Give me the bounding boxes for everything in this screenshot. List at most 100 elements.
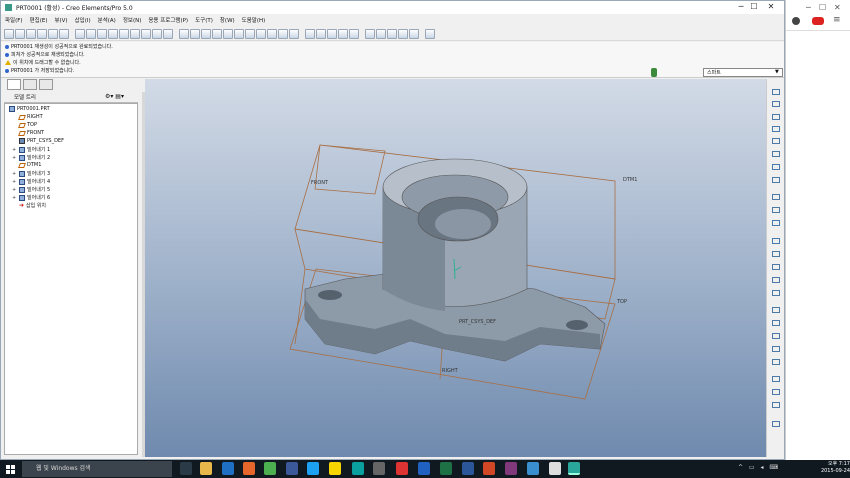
twitter-icon[interactable] xyxy=(307,462,319,475)
chevron-down-icon[interactable]: ▼ xyxy=(775,69,779,75)
facebook-icon[interactable] xyxy=(286,462,298,475)
edit-icon[interactable] xyxy=(770,400,780,409)
annotation-display-icon[interactable] xyxy=(409,28,419,39)
tree-item[interactable]: FRONT xyxy=(18,130,44,136)
revolve-icon[interactable] xyxy=(770,249,780,258)
bg-close-icon[interactable]: ✕ xyxy=(834,3,841,12)
reorient-icon[interactable] xyxy=(256,28,266,39)
email-link-icon[interactable] xyxy=(59,28,69,39)
tree-item[interactable]: + 밀어내기 2 xyxy=(12,154,50,161)
menu-applications[interactable]: 응용 프로그램(P) xyxy=(148,16,188,24)
select-box-icon[interactable] xyxy=(163,28,173,39)
tree-item[interactable]: PRT_CSYS_DEF xyxy=(19,138,64,144)
expand-icon[interactable]: + xyxy=(12,155,17,161)
open-icon[interactable] xyxy=(15,28,25,39)
mirror-icon[interactable] xyxy=(770,205,780,214)
paste-special-icon[interactable] xyxy=(130,28,140,39)
zoom-out-icon[interactable] xyxy=(234,28,244,39)
menu-edit[interactable]: 편집(E) xyxy=(30,16,48,24)
regenerate-icon[interactable] xyxy=(141,28,151,39)
paste-icon[interactable] xyxy=(119,28,129,39)
tab-favorites[interactable] xyxy=(39,79,53,90)
refit-icon[interactable] xyxy=(245,28,255,39)
menu-file[interactable]: 파일(F) xyxy=(5,16,23,24)
expand-icon[interactable]: + xyxy=(12,171,17,177)
sketch-icon[interactable] xyxy=(770,87,780,96)
find-icon[interactable] xyxy=(152,28,162,39)
onenote-icon[interactable] xyxy=(505,462,517,475)
expand-icon[interactable]: + xyxy=(12,179,17,185)
datum-planes-icon[interactable] xyxy=(365,28,375,39)
pattern-icon[interactable] xyxy=(770,387,780,396)
tree-item[interactable]: + 밀어내기 5 xyxy=(12,186,50,193)
save-icon[interactable] xyxy=(26,28,36,39)
redo-icon[interactable] xyxy=(86,28,96,39)
wireframe-icon[interactable] xyxy=(305,28,315,39)
task-view-icon[interactable] xyxy=(180,462,192,475)
menu-info[interactable]: 정보(N) xyxy=(123,16,142,24)
zoom-in-icon[interactable] xyxy=(223,28,233,39)
csys-icon[interactable] xyxy=(770,149,780,158)
menu-analysis[interactable]: 분석(A) xyxy=(98,16,116,24)
tree-item[interactable]: TOP xyxy=(18,122,37,128)
firefox-icon[interactable] xyxy=(243,462,255,475)
word-icon[interactable] xyxy=(462,462,474,475)
no-hidden-icon[interactable] xyxy=(327,28,337,39)
file-explorer-icon[interactable] xyxy=(200,462,212,475)
powerpoint-icon[interactable] xyxy=(483,462,495,475)
email-icon[interactable] xyxy=(48,28,58,39)
outlook-icon[interactable] xyxy=(418,462,430,475)
sweep-icon[interactable] xyxy=(770,262,780,271)
plane-icon[interactable] xyxy=(770,99,780,108)
tab-model-tree[interactable] xyxy=(7,79,21,90)
copy-icon[interactable] xyxy=(108,28,118,39)
datum-points-icon[interactable] xyxy=(387,28,397,39)
menu-help[interactable]: 도움말(H) xyxy=(242,16,266,24)
bg-menu-icon[interactable]: ≡ xyxy=(833,15,841,25)
tree-item[interactable]: ➔ 삽입 위치 xyxy=(19,202,46,209)
menu-tools[interactable]: 도구(T) xyxy=(195,16,213,24)
tree-item[interactable]: RIGHT xyxy=(18,114,43,120)
saved-views-icon[interactable] xyxy=(267,28,277,39)
graphics-viewport[interactable]: FRONT DTM1 TOP RIGHT PRT_CSYS_DEF xyxy=(145,79,766,457)
context-help-icon[interactable] xyxy=(425,28,435,39)
chamfer-icon[interactable] xyxy=(770,374,780,383)
new-icon[interactable] xyxy=(4,28,14,39)
shaded-icon[interactable] xyxy=(338,28,348,39)
shading-icon[interactable] xyxy=(212,28,222,39)
menu-insert[interactable]: 삽입(I) xyxy=(75,16,91,24)
bg-minimize-icon[interactable]: ─ xyxy=(806,3,811,12)
boundary-icon[interactable] xyxy=(770,288,780,297)
orient-mode-icon[interactable] xyxy=(201,28,211,39)
app-icon[interactable] xyxy=(373,462,385,475)
print-icon[interactable] xyxy=(37,28,47,39)
spin-center-icon[interactable] xyxy=(190,28,200,39)
taskbar-clock[interactable]: 오후 7:17 2015-09-24 xyxy=(810,461,850,475)
expand-icon[interactable]: + xyxy=(12,147,17,153)
system-tray-icons[interactable]: ^ ▭ ◂ ⌨ xyxy=(738,464,780,471)
bg-maximize-icon[interactable]: ☐ xyxy=(819,3,826,12)
analysis-icon[interactable] xyxy=(770,162,780,171)
sketch-tool-icon[interactable] xyxy=(770,175,780,184)
close-button[interactable]: ✕ xyxy=(758,1,784,14)
draft-icon[interactable] xyxy=(770,344,780,353)
tree-item[interactable]: + 밀어내기 3 xyxy=(12,170,50,177)
kakaotalk-icon[interactable] xyxy=(329,462,341,475)
rib-icon[interactable] xyxy=(770,331,780,340)
undo-icon[interactable] xyxy=(75,28,85,39)
hole-icon[interactable] xyxy=(770,305,780,314)
tree-settings-icon[interactable]: ⚙▾ ▤▾ xyxy=(105,93,124,100)
cut-icon[interactable] xyxy=(97,28,107,39)
bg-badge-icon[interactable] xyxy=(812,17,824,25)
enhanced-realism-icon[interactable] xyxy=(349,28,359,39)
datum-axes-icon[interactable] xyxy=(376,28,386,39)
shell-icon[interactable] xyxy=(770,318,780,327)
point-icon[interactable] xyxy=(770,136,780,145)
menu-view[interactable]: 뷰(V) xyxy=(54,16,67,24)
more-icon[interactable] xyxy=(770,419,780,428)
layers-icon[interactable] xyxy=(278,28,288,39)
tab-folder-browser[interactable] xyxy=(23,79,37,90)
app-icon[interactable] xyxy=(352,462,364,475)
paste-feature-icon[interactable] xyxy=(770,192,780,201)
tree-item[interactable]: + 밀어내기 6 xyxy=(12,194,50,201)
